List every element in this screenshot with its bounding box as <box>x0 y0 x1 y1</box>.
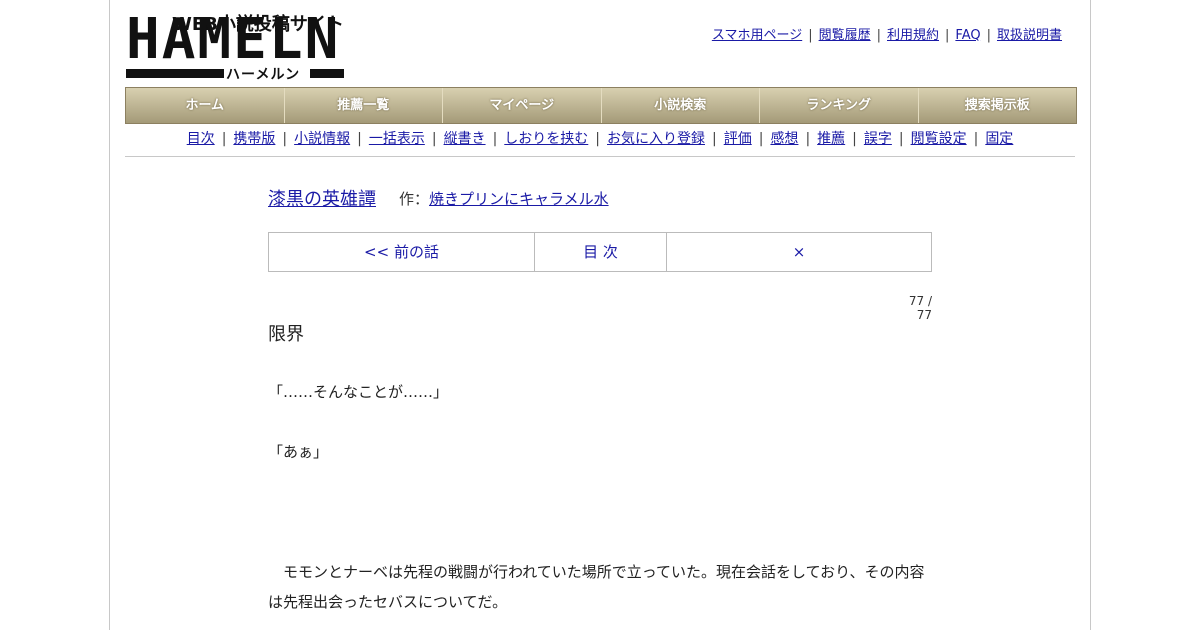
logo-kana: ハーメルン <box>226 67 301 83</box>
logo-bar-left <box>126 69 224 78</box>
episode-count: 77 / 77 <box>908 294 932 322</box>
nav-search-board[interactable]: 捜索掲示板 <box>919 88 1077 123</box>
logo-bar-right <box>310 69 344 78</box>
page-container: WEB小説投稿サイト HAMELN ハーメルン スマホ用ページ | 閲覧履歴 | 利用規… <box>109 0 1091 630</box>
nav-home[interactable]: ホーム <box>126 88 285 123</box>
subnav-favorite[interactable]: お気に入り登録 <box>607 131 705 147</box>
subnav-show-all[interactable]: 一括表示 <box>369 131 425 147</box>
subnav-rating[interactable]: 評価 <box>724 131 752 147</box>
logo-text: HAMELN <box>126 7 341 72</box>
subnav-bookmark[interactable]: しおりを挟む <box>504 131 588 147</box>
subnav-view-settings[interactable]: 閲覧設定 <box>911 131 967 147</box>
subnav-review[interactable]: 感想 <box>770 131 798 147</box>
novel-title-link[interactable]: 漆黒の英雄譚 <box>268 185 376 211</box>
novel-subnav: 目次 | 携帯版 | 小説情報 | 一括表示 | 縦書き | しおりを挟む | お気に入り登録 | 評価 | 感… <box>125 128 1075 157</box>
manual-link[interactable]: 取扱説明書 <box>997 28 1062 43</box>
history-link[interactable]: 閲覧履歴 <box>819 28 871 43</box>
terms-link[interactable]: 利用規約 <box>887 28 939 43</box>
faq-link[interactable]: FAQ <box>955 28 980 43</box>
smartphone-page-link[interactable]: スマホ用ページ <box>712 28 802 43</box>
author-line: 作：焼きプリンにキャラメル水 <box>399 188 609 209</box>
toc-link[interactable]: 目 次 <box>535 233 667 271</box>
main-nav: ホーム 推薦一覧 マイページ 小説検索 ランキング 捜索掲示板 <box>125 87 1077 124</box>
author-link[interactable]: 焼きプリンにキャラメル水 <box>429 190 609 208</box>
nav-recommend-list[interactable]: 推薦一覧 <box>285 88 443 123</box>
subnav-typo[interactable]: 誤字 <box>864 131 892 147</box>
nav-mypage[interactable]: マイページ <box>443 88 602 123</box>
body-line: 「……そんなことが……」 <box>268 383 449 401</box>
chapter-title: 限界 <box>268 324 304 345</box>
subnav-mobile[interactable]: 携帯版 <box>233 131 275 147</box>
body-paragraph: モモンとナーベは先程の戦闘が行われていた場所で立っていた。現在会話をしており、そ… <box>268 563 925 611</box>
prev-episode-link[interactable]: << 前の話 <box>269 233 535 271</box>
subnav-toc[interactable]: 目次 <box>187 131 215 147</box>
subnav-pin[interactable]: 固定 <box>985 131 1013 147</box>
subnav-recommend[interactable]: 推薦 <box>817 131 845 147</box>
header-links: スマホ用ページ | 閲覧履歴 | 利用規約 | FAQ | 取扱説明書 <box>711 28 1062 43</box>
body-line: 「あぁ」 <box>268 443 329 461</box>
next-episode-none: × <box>792 243 806 261</box>
nav-novel-search[interactable]: 小説検索 <box>602 88 760 123</box>
subnav-novel-info[interactable]: 小説情報 <box>294 131 350 147</box>
nav-ranking[interactable]: ランキング <box>760 88 919 123</box>
subnav-vertical[interactable]: 縦書き <box>444 131 486 147</box>
author-prefix: 作： <box>399 190 430 208</box>
episode-pager: << 前の話 目 次 × <box>268 232 932 272</box>
site-logo[interactable]: WEB小説投稿サイト HAMELN ハーメルン <box>126 7 346 83</box>
